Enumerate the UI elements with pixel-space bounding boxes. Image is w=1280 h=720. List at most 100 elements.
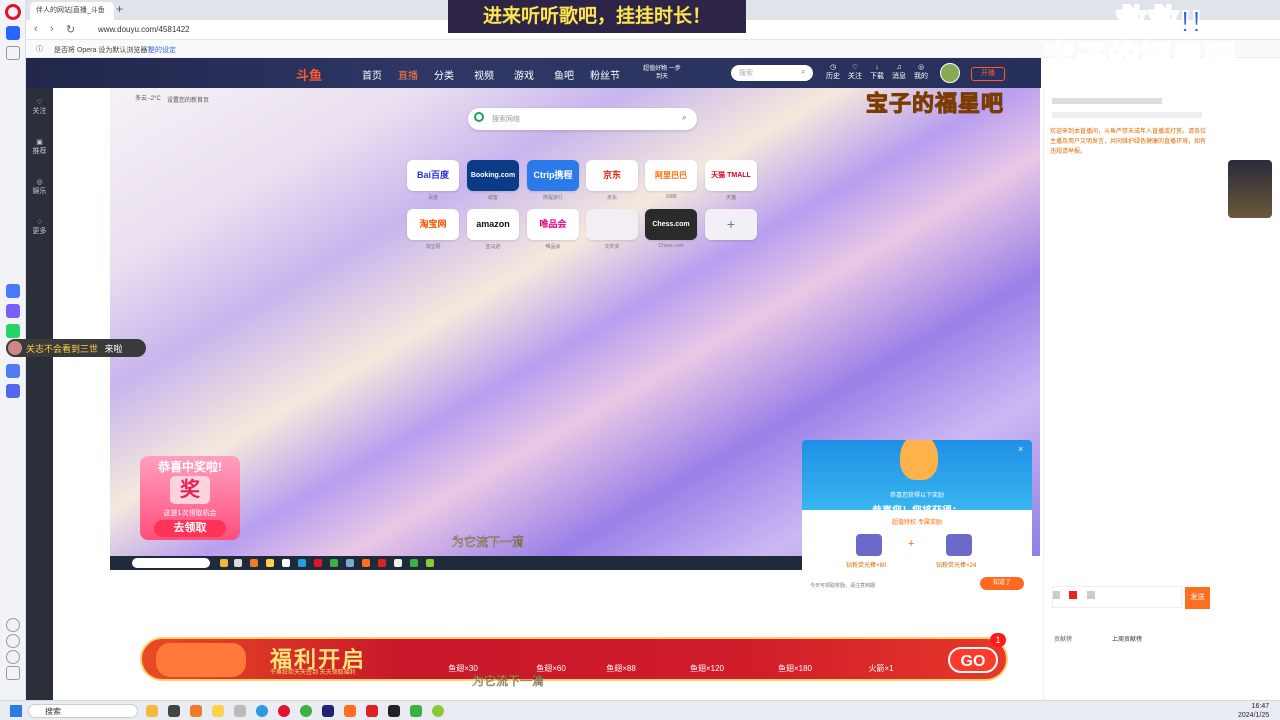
new-tab-button[interactable]: + (116, 2, 123, 16)
app-icon[interactable] (6, 284, 20, 298)
go-live-button[interactable]: 开播 (971, 67, 1005, 81)
app-icon[interactable] (366, 705, 378, 717)
douyu-logo[interactable]: 斗鱼 (296, 65, 322, 84)
nav-category[interactable]: 分类 (434, 67, 454, 82)
settings-icon[interactable] (6, 650, 20, 664)
popup-footer: 今天可领取奖励，请注意到期 (810, 583, 876, 589)
follow-icon[interactable]: ♡ 关注 (844, 63, 866, 81)
weather-widget: 多云 -2°C (135, 96, 161, 102)
search-icon[interactable]: ⌕ (801, 67, 805, 77)
sidebar-item-more[interactable]: ♢ 更多 (26, 218, 53, 236)
speed-dial-search-input[interactable]: 搜索网络 (468, 108, 697, 130)
nav-video[interactable]: 视频 (474, 67, 494, 82)
speed-dial-amazon[interactable]: amazon (467, 209, 519, 240)
forward-icon[interactable]: › (50, 23, 54, 35)
infobar-text: 是否将 Opera 设为默认浏览器？ (54, 47, 155, 54)
nav-home[interactable]: 首页 (362, 67, 382, 82)
side-promo-card[interactable] (1228, 160, 1272, 218)
speed-dial-taobao[interactable]: 淘宝网 (407, 209, 459, 240)
history-icon[interactable] (6, 634, 20, 648)
sidebar-app2-icon[interactable] (6, 384, 20, 398)
app-icon[interactable] (190, 705, 202, 717)
speed-dial-tmall[interactable]: 天猫 TMALL (705, 160, 757, 191)
tab-contribution[interactable]: 贡献榜 (1054, 634, 1072, 643)
clock-date: 2024/1/25 (1238, 712, 1270, 719)
nav-live[interactable]: 直播 (398, 67, 418, 82)
tile-label: 文件夹 (604, 244, 620, 250)
speed-dial-vip[interactable]: 唯品会 (527, 209, 579, 240)
chat-input[interactable] (1052, 586, 1182, 608)
app-icon[interactable] (146, 705, 158, 717)
app-icon[interactable] (432, 705, 444, 717)
speed-dial-chess[interactable]: Chess.com (645, 209, 697, 240)
wechat-icon[interactable] (410, 705, 422, 717)
avatar (8, 341, 22, 355)
app-icon (266, 559, 274, 567)
app-icon[interactable] (234, 705, 246, 717)
bell-icon[interactable]: ♫ 消息 (888, 63, 910, 81)
edge-icon[interactable] (256, 705, 268, 717)
folder-icon[interactable] (212, 705, 224, 717)
nav-fishbar[interactable]: 鱼吧 (554, 67, 574, 82)
claim-button[interactable]: 去领取 (154, 520, 226, 537)
speed-dial-add-button[interactable]: + (705, 209, 757, 240)
sidebar-app-icon[interactable] (6, 364, 20, 378)
send-button[interactable]: 发送 (1185, 587, 1210, 609)
app-icon (394, 559, 402, 567)
messenger-icon[interactable] (6, 304, 20, 318)
close-icon[interactable]: × (1018, 444, 1023, 454)
welfare-banner[interactable]: 福利开启 千鱼狂欢天天签到 天天领取福利 鱼翅×30 鱼翅×60 鱼翅×88 鱼… (140, 633, 1008, 681)
url-field[interactable]: www.douyu.com/4581422 (98, 25, 190, 34)
search-icon[interactable]: ⌕ (682, 113, 686, 123)
app-icon[interactable] (300, 705, 312, 717)
browser-tab[interactable]: 伴人的网站|直播_斗鱼 (30, 2, 114, 20)
windows-start-icon[interactable] (10, 705, 22, 717)
download-icon[interactable]: ↓ 下载 (866, 63, 888, 81)
app-icon[interactable] (388, 705, 400, 717)
overlay-line2: 宝子的福星吧 (1043, 39, 1236, 76)
speed-dial-alibaba[interactable]: 阿里巴巴 (645, 160, 697, 191)
whatsapp-icon[interactable] (6, 324, 20, 338)
sidebar-item-entertainment[interactable]: ◎ 娱乐 (26, 178, 53, 196)
app-icon[interactable] (322, 705, 334, 717)
nav-fan-festival[interactable]: 粉丝节 (590, 67, 620, 82)
taskbar-search-input[interactable]: 搜索 (28, 704, 138, 718)
infobar-link[interactable]: 是的设定 (148, 45, 176, 55)
app-icon[interactable] (168, 705, 180, 717)
speed-dial-folder[interactable] (586, 209, 638, 240)
stream-title-overlay: 进来听听歌吧，挂挂时长！ (448, 0, 746, 33)
more-icon[interactable] (6, 666, 20, 680)
location-icon[interactable]: ◎ 我的 (910, 63, 932, 81)
sidebar-item-recommend[interactable]: ▣ 推荐 (26, 138, 53, 156)
reload-icon[interactable]: ↻ (66, 23, 75, 36)
opera-logo-icon[interactable] (5, 4, 21, 20)
sidebar-item-follow[interactable]: ♡ 关注 (26, 98, 53, 116)
workspace-icon[interactable] (6, 26, 20, 40)
go-button[interactable]: GO (948, 647, 998, 673)
app-icon (426, 559, 434, 567)
speed-dial-ctrip[interactable]: Ctrip携程 (527, 160, 579, 191)
reward-item-icon (946, 534, 972, 556)
tile-label: 京东 (606, 195, 617, 201)
info-icon: ⓘ (36, 46, 43, 53)
chat-system-message: 欢迎来到本直播间，斗鱼严禁未成年人直播或打赏。请各位主播及用户文明发言，共同维护… (1050, 129, 1207, 155)
banner-subtitle: 千鱼狂欢天天签到 天天领取福利 (270, 670, 356, 676)
bottom-subtitle: 为它流下一滴 (472, 674, 545, 688)
system-clock[interactable]: 16:47 2024/1/25 (1238, 702, 1269, 720)
reward-popup: × 恭喜您获得以下奖励 恭喜您！您将获得： 超值特权·专属奖励 + 钻粉荧光棒×… (802, 440, 1032, 596)
nav-game[interactable]: 游戏 (514, 67, 534, 82)
opera-icon[interactable] (278, 705, 290, 717)
heart-icon[interactable] (6, 618, 20, 632)
avatar[interactable] (940, 63, 960, 83)
history-icon[interactable]: ◷ 历史 (822, 63, 844, 81)
tab-week-contribution[interactable]: 上周贡献榜 (1112, 634, 1142, 643)
reward-item: 鱼翅×180 (777, 664, 813, 673)
app-icon[interactable] (344, 705, 356, 717)
speed-dial-booking[interactable]: Booking.com (467, 160, 519, 191)
bookmark-icon[interactable] (6, 46, 20, 60)
speed-dial-jd[interactable]: 京东 (586, 160, 638, 191)
speed-dial-baidu[interactable]: Bai百度 (407, 160, 459, 191)
promo-badge[interactable]: 超值好物 一步到天 (642, 65, 682, 81)
back-icon[interactable]: ‹ (34, 23, 38, 35)
got-it-button[interactable]: 知道了 (980, 577, 1024, 590)
